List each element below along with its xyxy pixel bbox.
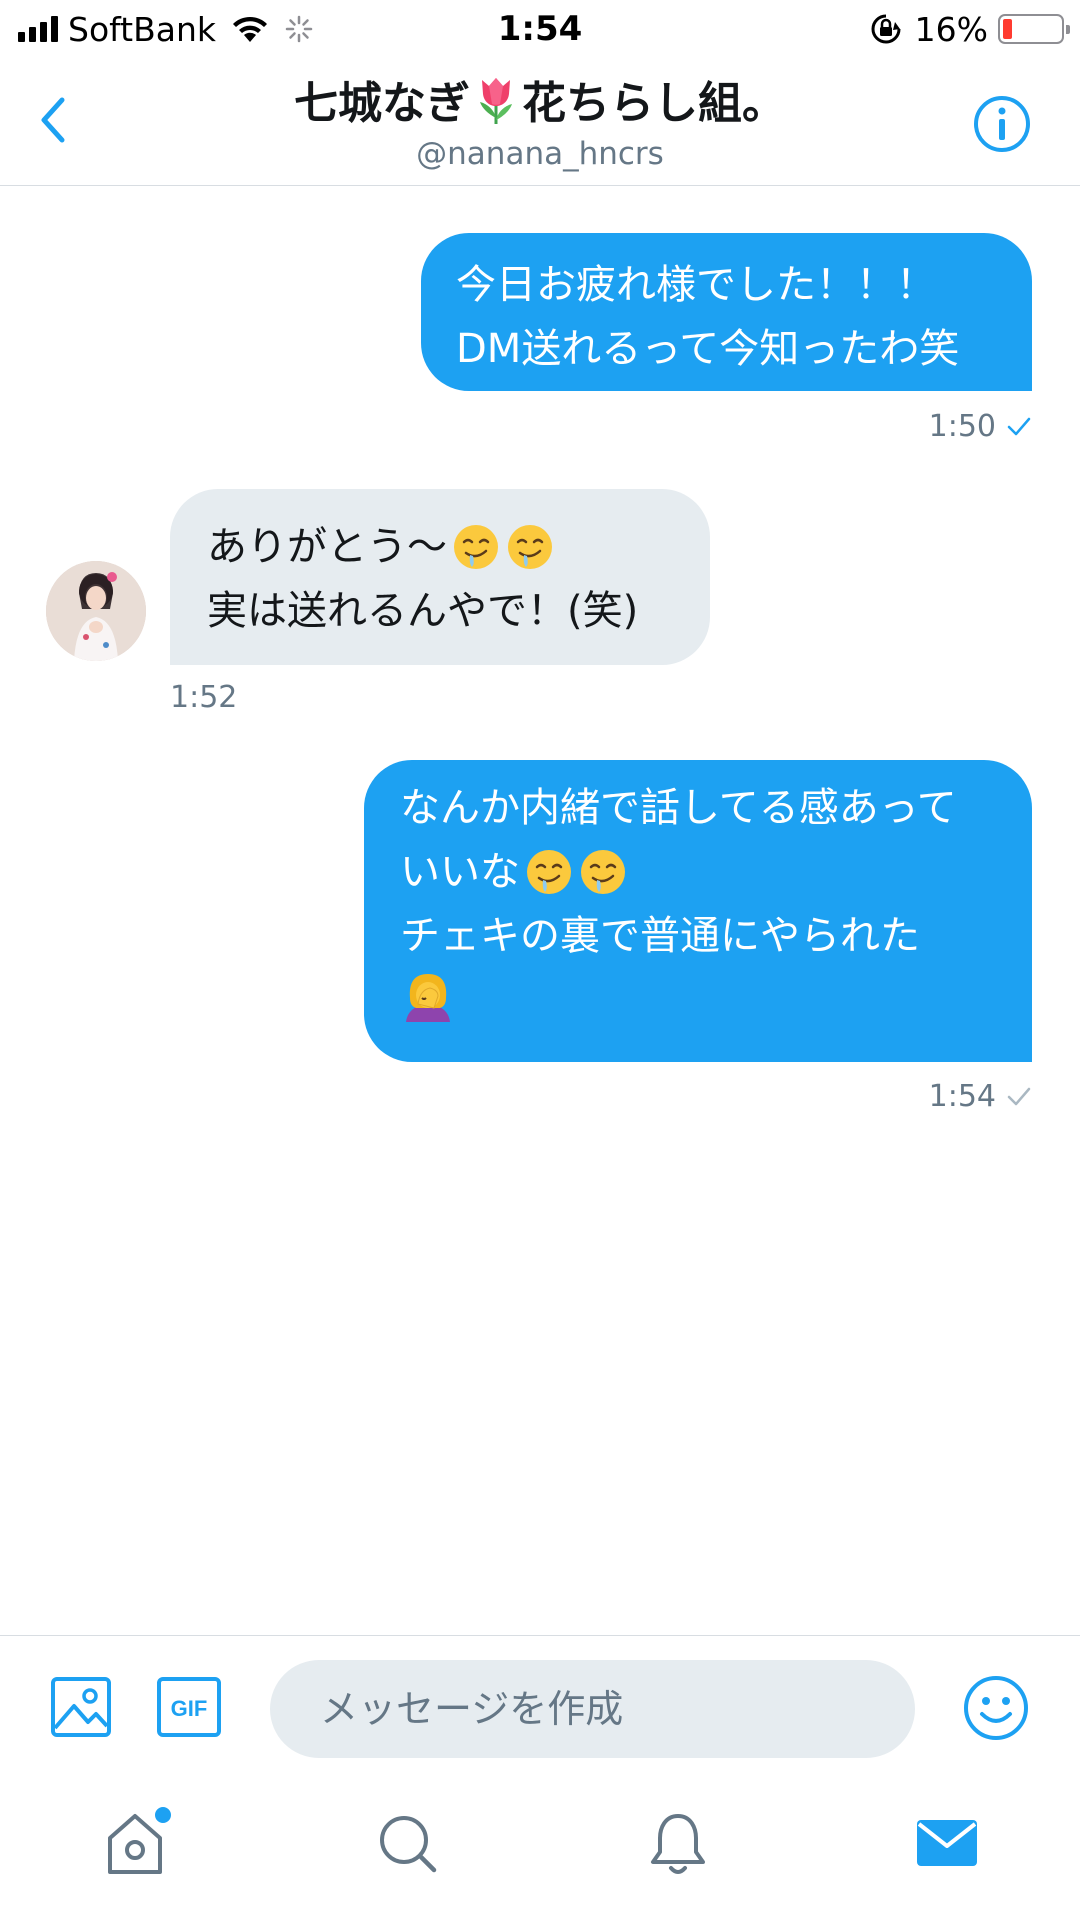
woman-facepalming-emoji	[406, 974, 450, 1022]
title-group: 花ちらし組。	[522, 78, 786, 129]
emoji-icon[interactable]	[962, 1674, 1030, 1742]
conversation-handle: @nanana_hncrs	[416, 136, 664, 172]
tab-messages[interactable]	[912, 1806, 982, 1882]
message-line: ありがとう〜	[207, 515, 710, 579]
avatar-photo	[46, 561, 146, 661]
drooling-face-emoji	[508, 525, 552, 569]
notifications-icon	[651, 1814, 705, 1874]
message-input[interactable]: メッセージを作成	[270, 1660, 915, 1758]
message-line: なんか内緒で話してる感あって	[400, 785, 957, 831]
tulip-emoji	[480, 78, 512, 124]
battery-percent: 16%	[914, 9, 988, 49]
drooling-face-emoji	[581, 850, 625, 894]
message-timestamp: 1:54	[929, 1079, 1032, 1114]
message-text: ありがとう〜	[207, 524, 447, 570]
status-right: 16%	[869, 6, 1070, 52]
message-line: DM送れるって今知ったわ笑	[456, 326, 960, 372]
battery-level	[1003, 19, 1012, 39]
message-line	[400, 968, 1032, 1024]
message-bubble-sent[interactable]: なんか内緒で話してる感あって いいな チェキの裏で普通にやられた	[364, 760, 1032, 1062]
sent-check-icon	[1007, 1087, 1031, 1105]
message-bubble-received[interactable]: ありがとう〜 実は送れるんやで！(笑)	[170, 489, 710, 665]
image-icon[interactable]	[50, 1676, 112, 1738]
message-text: いいな	[400, 849, 520, 895]
read-check-icon	[1007, 417, 1031, 435]
message-timestamp: 1:50	[929, 409, 1032, 444]
tab-bar	[0, 1780, 1080, 1920]
orientation-lock-icon	[871, 14, 901, 44]
message-time: 1:52	[170, 680, 238, 715]
avatar[interactable]	[46, 561, 146, 661]
status-bar: SoftBank 1:54 16%	[0, 0, 1080, 60]
message-line: チェキの裏で普通にやられた	[400, 913, 920, 959]
gif-icon[interactable]: GIF	[156, 1676, 222, 1738]
conversation-title[interactable]: 七城なぎ 花ちらし組。	[0, 74, 1080, 134]
drooling-face-emoji	[527, 850, 571, 894]
tab-search[interactable]	[372, 1806, 442, 1882]
message-time: 1:54	[928, 1079, 996, 1114]
battery-nub	[1066, 25, 1070, 34]
battery-icon	[998, 14, 1070, 44]
tab-notifications[interactable]	[643, 1806, 713, 1882]
message-line: 実は送れるんやで！(笑)	[207, 588, 639, 634]
message-timestamp: 1:52	[170, 680, 237, 715]
drooling-face-emoji	[454, 525, 498, 569]
message-time: 1:50	[928, 409, 996, 444]
compose-bar: GIF メッセージを作成	[0, 1635, 1080, 1781]
messages-icon	[917, 1820, 977, 1866]
home-notification-dot	[152, 1804, 174, 1826]
message-bubble-sent[interactable]: 今日お疲れ様でした！！！ DM送れるって今知ったわ笑	[421, 233, 1032, 391]
gif-label: GIF	[171, 1696, 208, 1721]
message-line: 今日お疲れ様でした！！！	[456, 262, 936, 308]
conversation-header: 七城なぎ 花ちらし組。 @nanana_hncrs	[0, 60, 1080, 186]
info-icon[interactable]	[972, 94, 1032, 154]
title-name: 七城なぎ	[294, 78, 470, 129]
message-line: いいな	[400, 840, 1032, 904]
search-icon	[380, 1816, 437, 1873]
